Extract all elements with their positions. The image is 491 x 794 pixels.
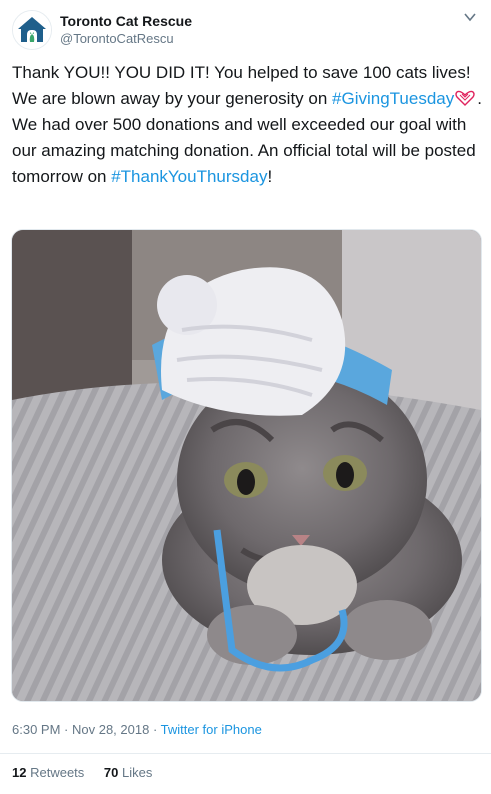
meta-separator: · <box>149 722 161 737</box>
tweet-date[interactable]: Nov 28, 2018 <box>72 722 149 737</box>
likes-label: Likes <box>122 765 153 780</box>
tweet-header: Toronto Cat Rescue @TorontoCatRescu <box>12 10 479 50</box>
tweet-metadata: 6:30 PM · Nov 28, 2018 · Twitter for iPh… <box>12 722 262 737</box>
likes-stat[interactable]: 70 Likes <box>104 765 152 780</box>
retweets-stat[interactable]: 12 Retweets <box>12 765 84 780</box>
retweets-count: 12 <box>12 765 27 780</box>
retweets-label: Retweets <box>30 765 85 780</box>
tweet-text-part3: ! <box>267 167 273 186</box>
hashtag-givingtuesday[interactable]: #GivingTuesday <box>332 89 454 108</box>
divider <box>0 753 491 754</box>
chevron-down-icon[interactable] <box>463 10 477 24</box>
account-handle[interactable]: @TorontoCatRescu <box>60 30 192 47</box>
likes-count: 70 <box>103 765 119 780</box>
givingtuesday-heart-icon <box>455 90 475 106</box>
tweet-text: Thank YOU!! YOU DID IT! You helped to sa… <box>12 60 482 190</box>
avatar[interactable] <box>12 10 52 50</box>
tweet-time[interactable]: 6:30 PM <box>12 722 60 737</box>
hashtag-thankyouthursday[interactable]: #ThankYouThursday <box>111 167 267 186</box>
meta-separator: · <box>60 722 72 737</box>
kitten-in-crochet-hat-photo <box>12 230 481 701</box>
tweet-photo[interactable] <box>11 229 482 702</box>
cat-rescue-logo-icon <box>13 11 51 49</box>
display-name[interactable]: Toronto Cat Rescue <box>60 13 192 30</box>
account-names[interactable]: Toronto Cat Rescue @TorontoCatRescu <box>60 13 192 47</box>
tweet-source-link[interactable]: Twitter for iPhone <box>161 722 262 737</box>
tweet-stats: 12 Retweets 70 Likes <box>12 765 168 780</box>
